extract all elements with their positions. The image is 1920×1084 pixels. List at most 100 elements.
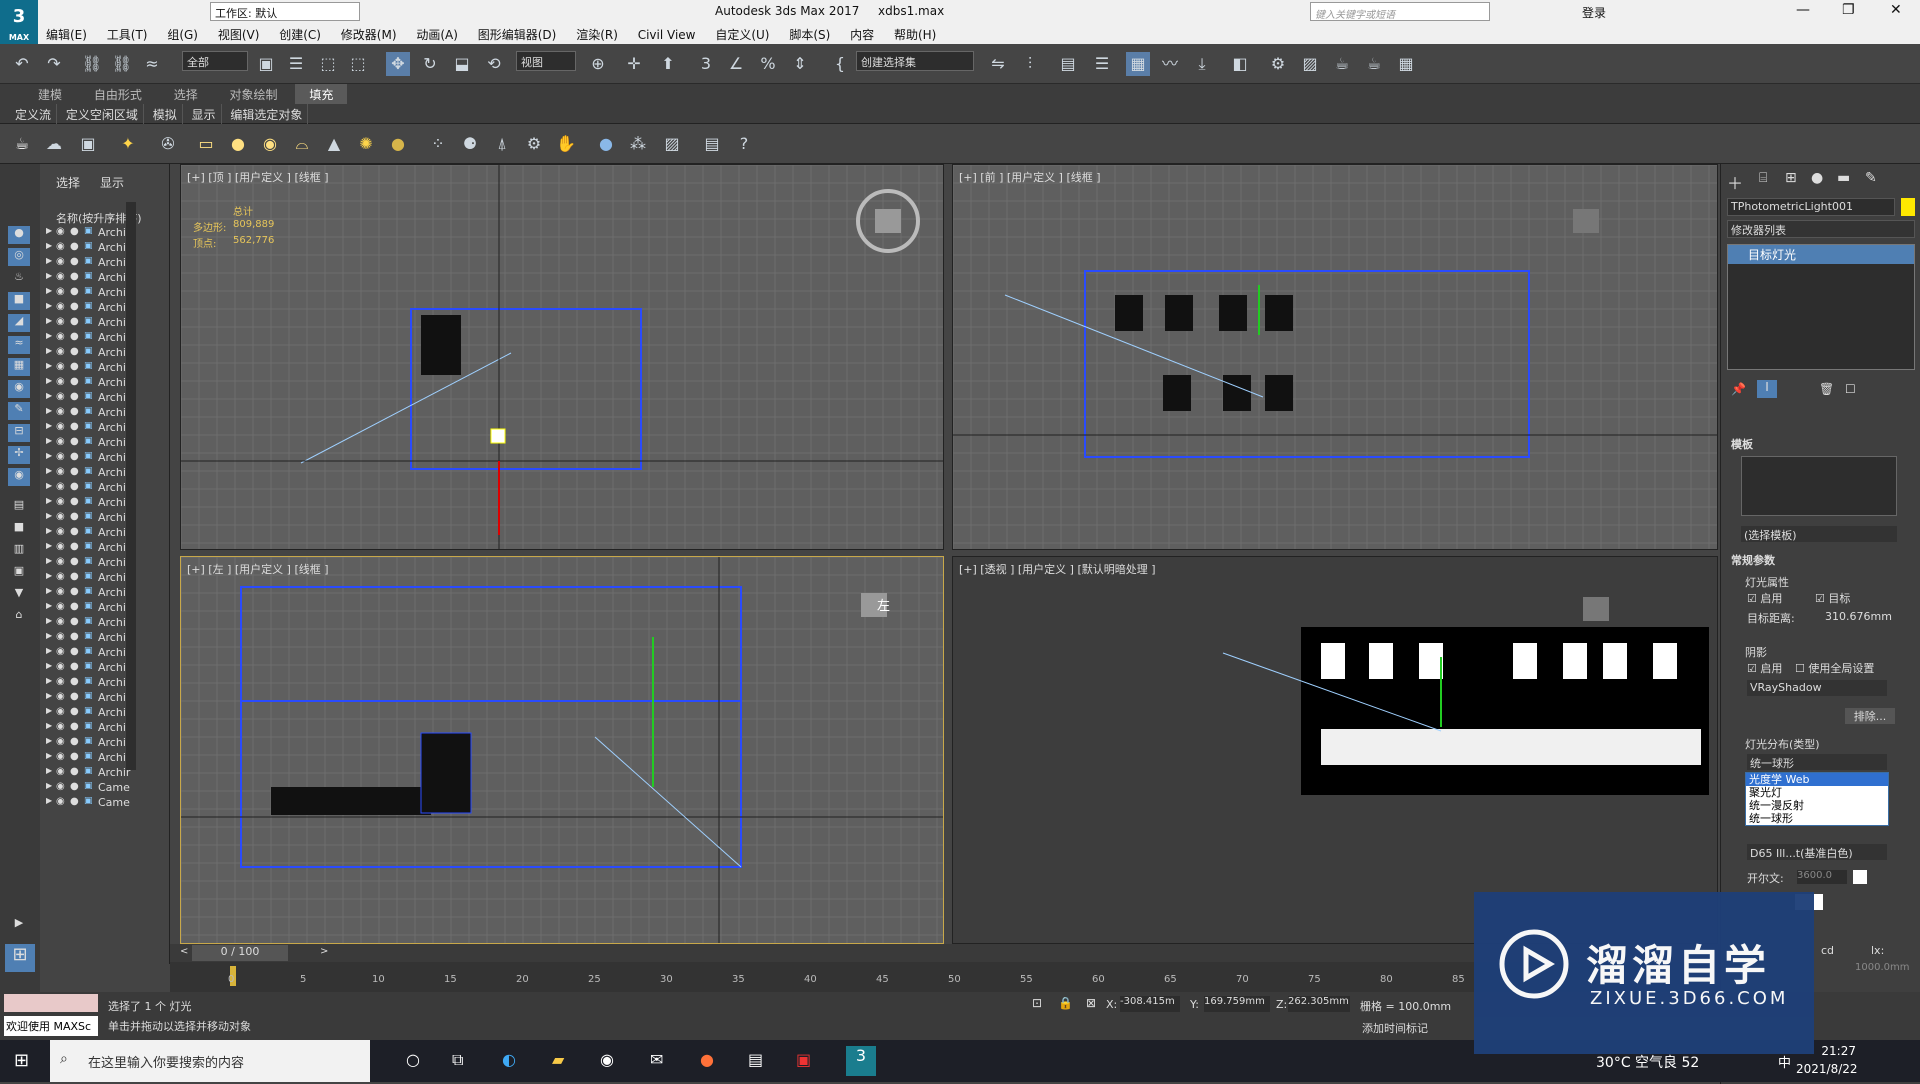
visibility-eye-icon[interactable]: ◉ [56, 316, 65, 327]
notepad-icon[interactable]: ▤ [748, 1050, 763, 1069]
viewport-perspective[interactable]: [+] [透视 ] [用户定义 ] [默认明暗处理 ] [952, 556, 1718, 944]
material-ball-icon[interactable]: ● [594, 132, 618, 156]
freeze-icon[interactable]: ● [70, 691, 79, 702]
rollout-templates[interactable]: 模板 [1731, 436, 1753, 452]
visibility-eye-icon[interactable]: ◉ [56, 526, 65, 537]
render-frame-icon[interactable]: ▨ [660, 132, 684, 156]
snaps-toggle-icon[interactable]: 3 [694, 52, 718, 76]
plane-icon[interactable]: ▭ [194, 132, 218, 156]
freeze-icon[interactable]: ● [70, 226, 79, 237]
image-icon[interactable]: ▣ [76, 132, 100, 156]
z-coordinate[interactable]: 262.305mm [1288, 996, 1350, 1012]
prev-frame-icon[interactable]: < [180, 946, 188, 957]
freeze-icon[interactable]: ● [70, 451, 79, 462]
expand-arrow-icon[interactable]: ▶ [46, 436, 52, 445]
freeze-icon[interactable]: ● [70, 421, 79, 432]
expand-arrow-icon[interactable]: ▶ [46, 451, 52, 460]
cloud-icon[interactable]: ☁ [42, 132, 66, 156]
freeze-icon[interactable]: ● [70, 481, 79, 492]
sort-icon[interactable]: ▤ [8, 498, 30, 516]
expand-arrow-icon[interactable]: ▶ [46, 361, 52, 370]
isolate-icon[interactable]: ⊡ [1032, 996, 1042, 1010]
redo-icon[interactable]: ↷ [42, 52, 66, 76]
angle-snap-icon[interactable]: ∠ [724, 52, 748, 76]
3dsmax-taskbar-icon[interactable]: 3 [846, 1046, 876, 1076]
light-distribution-dropdown[interactable]: 统一球形 [1747, 754, 1887, 770]
filter-icon[interactable]: ▼ [8, 586, 30, 604]
menu-scripting[interactable]: 脚本(S) [781, 24, 838, 45]
freeze-icon[interactable]: ● [70, 436, 79, 447]
visibility-eye-icon[interactable]: ◉ [56, 541, 65, 552]
visibility-eye-icon[interactable]: ◉ [56, 556, 65, 567]
rendered-frame-icon[interactable]: ▨ [1298, 52, 1322, 76]
link-icon[interactable]: ⛓ [80, 52, 104, 76]
freeze-icon[interactable]: ● [70, 796, 79, 807]
palette-icon[interactable]: ⁂ [626, 132, 650, 156]
visibility-eye-icon[interactable]: ◉ [56, 796, 65, 807]
expand-arrow-icon[interactable]: ▶ [46, 331, 52, 340]
expand-arrow-icon[interactable]: ▶ [46, 406, 52, 415]
material-editor-icon[interactable]: ◧ [1228, 52, 1252, 76]
restore-icon[interactable]: ❐ [1842, 2, 1855, 18]
expand-arrow-icon[interactable]: ▶ [46, 496, 52, 505]
freeze-icon[interactable]: ● [70, 661, 79, 672]
geosphere-icon[interactable]: ◉ [258, 132, 282, 156]
lx-value[interactable]: 1000.0mm [1855, 962, 1909, 973]
login-button[interactable]: 登录 [1582, 4, 1606, 21]
menu-customize[interactable]: 自定义(U) [707, 24, 777, 45]
windows-start-icon[interactable]: ⊞ [14, 1050, 29, 1071]
expand-arrow-icon[interactable]: ▶ [46, 601, 52, 610]
visibility-eye-icon[interactable]: ◉ [56, 466, 65, 477]
visibility-eye-icon[interactable]: ◉ [56, 601, 65, 612]
expand-arrow-icon[interactable]: ▶ [46, 616, 52, 625]
keyboard-shortcut-icon[interactable]: ⬆ [656, 52, 680, 76]
remove-modifier-icon[interactable]: 🗑 [1819, 382, 1834, 396]
visibility-eye-icon[interactable]: ◉ [56, 391, 65, 402]
tab-freeform[interactable]: 自由形式 [80, 84, 156, 105]
modifier-list-dropdown[interactable]: 修改器列表 [1727, 220, 1915, 238]
visibility-eye-icon[interactable]: ◉ [56, 286, 65, 297]
expand-arrow-icon[interactable]: ▶ [46, 541, 52, 550]
find-icon[interactable]: ▣ [8, 564, 30, 582]
schematic-view-icon[interactable]: ⤓ [1190, 52, 1214, 76]
weather-status[interactable]: 30°C 空气良 52 [1596, 1052, 1699, 1072]
expand-arrow-icon[interactable]: ▶ [46, 421, 52, 430]
workspace-dropdown[interactable]: 工作区: 默认 [210, 2, 360, 21]
minimize-icon[interactable]: — [1796, 2, 1810, 18]
menu-edit[interactable]: 编辑(E) [38, 24, 95, 45]
menu-help[interactable]: 帮助(H) [886, 24, 944, 45]
placement-icon[interactable]: ⟲ [482, 52, 506, 76]
menu-group[interactable]: 组(G) [159, 24, 206, 45]
option-uniform-diffuse[interactable]: 统一漫反射 [1746, 799, 1888, 812]
freeze-icon[interactable]: ● [70, 646, 79, 657]
display-geometry-icon[interactable]: ● [8, 226, 30, 244]
freeze-icon[interactable]: ● [70, 706, 79, 717]
visibility-eye-icon[interactable]: ◉ [56, 496, 65, 507]
display-all-icon[interactable]: ✢ [8, 446, 30, 464]
scene-explorer-icon[interactable]: ▦ [1126, 52, 1150, 76]
expand-arrow-icon[interactable]: ▶ [46, 526, 52, 535]
edge-icon[interactable]: ◐ [502, 1050, 516, 1069]
sky-icon[interactable]: ● [386, 132, 410, 156]
light-icon[interactable]: ✦ [116, 132, 140, 156]
freeze-icon[interactable]: ● [70, 601, 79, 612]
freeze-icon[interactable]: ● [70, 541, 79, 552]
align-icon[interactable]: ⫶ [1018, 52, 1042, 76]
render-setup-icon[interactable]: ⚙ [1266, 52, 1290, 76]
stack-item-target-light[interactable]: 目标灯光 [1728, 245, 1914, 264]
freeze-icon[interactable]: ● [70, 286, 79, 297]
visibility-eye-icon[interactable]: ◉ [56, 751, 65, 762]
visibility-eye-icon[interactable]: ◉ [56, 721, 65, 732]
menu-civil-view[interactable]: Civil View [630, 26, 704, 44]
display-spacewarps-icon[interactable]: ≈ [8, 336, 30, 354]
camera-icon[interactable]: ✇ [156, 132, 180, 156]
shadow-type-dropdown[interactable]: VRayShadow [1747, 680, 1887, 696]
menu-graph-editors[interactable]: 图形编辑器(D) [470, 24, 565, 45]
visibility-eye-icon[interactable]: ◉ [56, 631, 65, 642]
expand-arrow-icon[interactable]: ▶ [46, 391, 52, 400]
visibility-eye-icon[interactable]: ◉ [56, 436, 65, 447]
select-move-icon[interactable]: ✥ [386, 52, 410, 76]
expand-arrow-icon[interactable]: ▶ [46, 346, 52, 355]
modify-tab-icon[interactable]: ⌸ [1759, 170, 1767, 186]
visibility-eye-icon[interactable]: ◉ [56, 361, 65, 372]
